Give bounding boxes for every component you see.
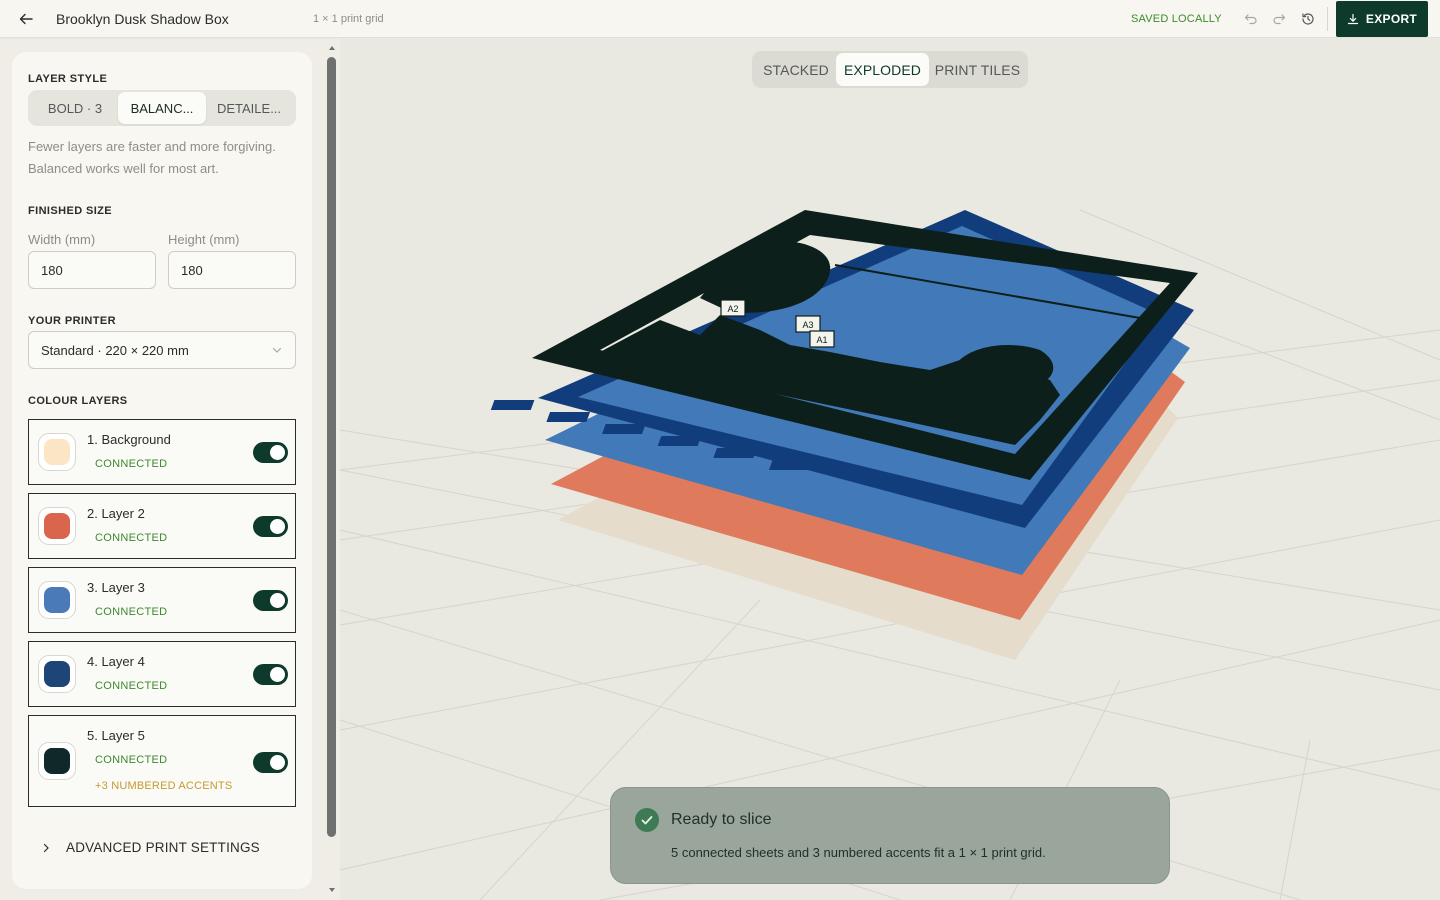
layer-swatch[interactable] (38, 433, 76, 471)
view-exploded-tab[interactable]: EXPLODED (836, 53, 929, 86)
layer-toggle[interactable] (253, 664, 288, 685)
toggle-knob (270, 593, 285, 608)
layer-preview-scene: A2 A3 A1 (340, 209, 1440, 900)
scroll-up-icon[interactable] (327, 43, 337, 53)
toast-message: 5 connected sheets and 3 numbered accent… (671, 845, 1046, 860)
view-print-tiles-tab[interactable]: PRINT TILES (929, 53, 1026, 86)
save-status: SAVED LOCALLY (1131, 13, 1222, 25)
scrollbar-thumb[interactable] (327, 57, 336, 837)
chevron-down-icon (272, 347, 282, 353)
layer-name: 5. Layer 5 (87, 728, 145, 743)
swatch-fill (44, 513, 70, 539)
colour-layers-heading: COLOUR LAYERS (28, 395, 128, 407)
undo-icon (1244, 14, 1257, 25)
layer-style-heading: LAYER STYLE (28, 73, 108, 85)
printer-select[interactable]: Standard · 220 × 220 mm (28, 331, 296, 369)
width-input[interactable] (28, 251, 156, 289)
finished-size-heading: FINISHED SIZE (28, 205, 113, 217)
toggle-knob (270, 755, 285, 770)
accent-count-note: +3 NUMBERED ACCENTS (95, 780, 233, 792)
history-button[interactable] (1300, 11, 1316, 27)
3d-viewport[interactable]: A2 A3 A1 (340, 39, 1440, 900)
layer-card-layer-4[interactable]: 4. Layer 4 CONNECTED (28, 641, 296, 707)
height-input[interactable] (168, 251, 296, 289)
advanced-print-settings-toggle[interactable]: ADVANCED PRINT SETTINGS (40, 840, 260, 855)
view-mode-selector: STACKED EXPLODED PRINT TILES (752, 51, 1028, 88)
toggle-knob (270, 519, 285, 534)
scroll-down-icon[interactable] (327, 885, 337, 895)
chevron-right-icon (43, 843, 49, 852)
toggle-knob (270, 667, 285, 682)
layer-style-detailed[interactable]: DETAILE... (205, 92, 293, 124)
undo-button[interactable] (1243, 11, 1259, 27)
view-stacked-tab[interactable]: STACKED (754, 53, 838, 86)
ready-to-slice-toast: Ready to slice 5 connected sheets and 3 … (610, 787, 1170, 884)
back-button[interactable] (16, 9, 36, 29)
printer-heading: YOUR PRINTER (28, 315, 116, 327)
width-label: Width (mm) (28, 232, 96, 247)
layer-status: CONNECTED (95, 680, 168, 692)
layer-card-layer-2[interactable]: 2. Layer 2 CONNECTED (28, 493, 296, 559)
swatch-fill (44, 439, 70, 465)
top-bar: Brooklyn Dusk Shadow Box 1 × 1 print gri… (0, 0, 1440, 38)
layer-style-balanced[interactable]: BALANC... (118, 92, 206, 124)
accent-tag-a3-label: A3 (802, 320, 813, 330)
layer-toggle[interactable] (253, 752, 288, 773)
toolbar-divider (1327, 7, 1328, 31)
success-check-icon (635, 808, 659, 832)
layer-card-layer-3[interactable]: 3. Layer 3 CONNECTED (28, 567, 296, 633)
advanced-print-settings-label: ADVANCED PRINT SETTINGS (66, 840, 260, 855)
accent-tag-a1-label: A1 (816, 335, 827, 345)
layer-style-bold[interactable]: BOLD · 3 (31, 92, 119, 124)
layer-status: CONNECTED (95, 754, 168, 766)
layer-status: CONNECTED (95, 532, 168, 544)
arrow-left-icon (19, 13, 33, 25)
layer-toggle[interactable] (253, 516, 288, 537)
layer-name: 2. Layer 2 (87, 506, 145, 521)
export-button[interactable]: EXPORT (1336, 1, 1428, 37)
swatch-fill (44, 748, 70, 774)
layer-card-background[interactable]: 1. Background CONNECTED (28, 419, 296, 485)
redo-icon (1273, 14, 1286, 25)
layer-swatch[interactable] (38, 742, 76, 780)
layer-style-hint: Fewer layers are faster and more forgivi… (28, 139, 276, 176)
layer-swatch[interactable] (38, 655, 76, 693)
toast-title: Ready to slice (671, 811, 772, 828)
redo-button[interactable] (1271, 11, 1287, 27)
layer-card-layer-5[interactable]: 5. Layer 5 CONNECTED +3 NUMBERED ACCENTS (28, 715, 296, 807)
print-grid-label: 1 × 1 print grid (313, 13, 384, 25)
sidebar-scrollbar[interactable] (324, 39, 340, 900)
accent-tag-a2-label: A2 (727, 304, 738, 314)
export-label: EXPORT (1365, 12, 1418, 26)
layer-swatch[interactable] (38, 581, 76, 619)
layer-toggle[interactable] (253, 442, 288, 463)
history-icon (1302, 13, 1314, 25)
layer-swatch[interactable] (38, 507, 76, 545)
layer-status: CONNECTED (95, 458, 168, 470)
swatch-fill (44, 661, 70, 687)
printer-select-value: Standard · 220 × 220 mm (41, 342, 189, 358)
swatch-fill (44, 587, 70, 613)
layer-toggle[interactable] (253, 590, 288, 611)
height-label: Height (mm) (168, 232, 240, 247)
layer-name: 4. Layer 4 (87, 654, 145, 669)
layer-name: 3. Layer 3 (87, 580, 145, 595)
toggle-knob (270, 445, 285, 460)
layer-style-selector: BOLD · 3 BALANC... DETAILE... (28, 90, 296, 126)
download-icon (1347, 13, 1359, 25)
project-title: Brooklyn Dusk Shadow Box (56, 11, 229, 27)
layer-name: 1. Background (87, 432, 171, 447)
layer-status: CONNECTED (95, 606, 168, 618)
